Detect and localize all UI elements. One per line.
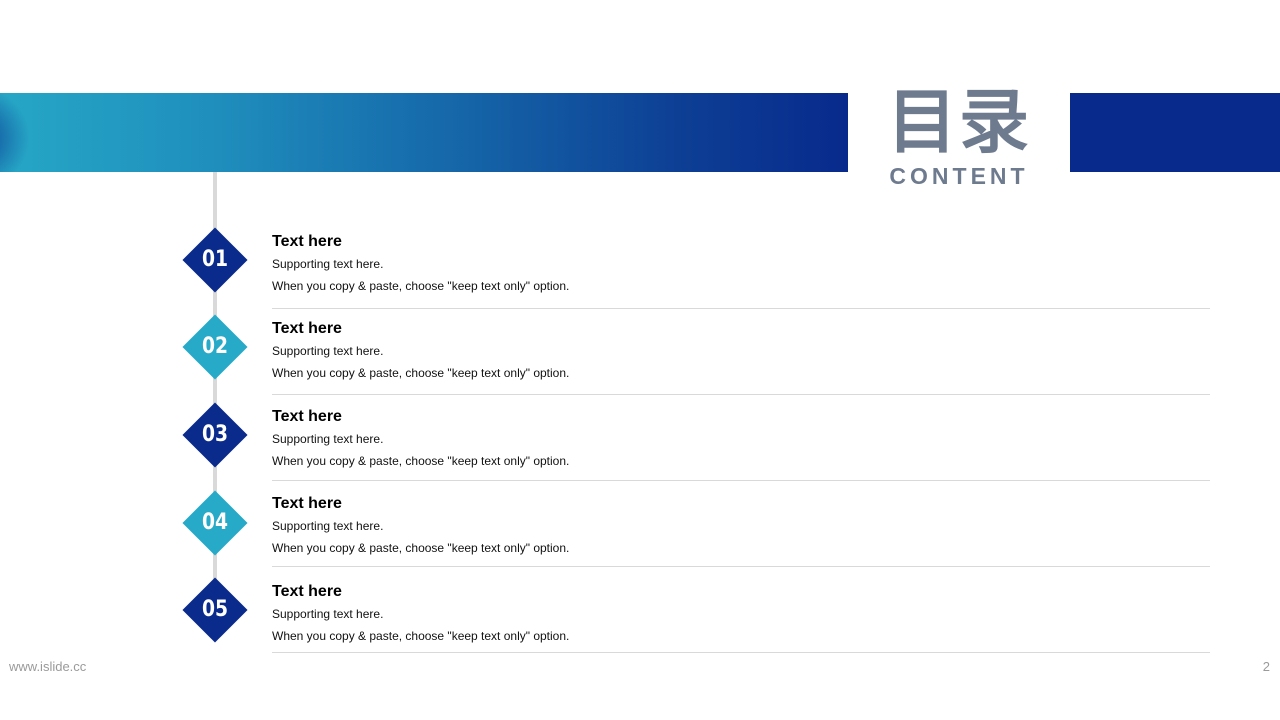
list-item: 05 Text here Supporting text here. When … [0, 577, 1280, 667]
item-subtitle: Supporting text here. [272, 344, 384, 358]
item-number: 02 [201, 334, 229, 359]
item-number: 04 [201, 510, 229, 535]
item-title: Text here [272, 233, 342, 250]
item-divider [272, 480, 1210, 481]
list-item: 01 Text here Supporting text here. When … [0, 227, 1280, 316]
header-banner-right [1070, 93, 1280, 172]
item-title: Text here [272, 495, 342, 512]
item-number: 05 [201, 597, 229, 622]
page-title: 目录 [887, 81, 1031, 163]
item-subtitle: Supporting text here. [272, 257, 384, 271]
item-subtitle: Supporting text here. [272, 519, 384, 533]
item-divider [272, 566, 1210, 567]
item-title: Text here [272, 408, 342, 425]
page-number: 2 [1262, 659, 1270, 674]
footer-website: www.islide.cc [9, 659, 87, 674]
page-subtitle: CONTENT [889, 163, 1029, 189]
item-number: 01 [201, 247, 229, 272]
item-description: When you copy & paste, choose "keep text… [272, 279, 570, 293]
item-divider [272, 652, 1210, 653]
item-divider [272, 308, 1210, 309]
item-description: When you copy & paste, choose "keep text… [272, 629, 570, 643]
item-subtitle: Supporting text here. [272, 607, 384, 621]
item-description: When you copy & paste, choose "keep text… [272, 541, 570, 555]
item-title: Text here [272, 583, 342, 600]
item-subtitle: Supporting text here. [272, 432, 384, 446]
item-divider [272, 394, 1210, 395]
header-banner-left [0, 93, 848, 172]
list-item: 04 Text here Supporting text here. When … [0, 490, 1280, 579]
list-item: 02 Text here Supporting text here. When … [0, 314, 1280, 404]
item-title: Text here [272, 320, 342, 337]
item-description: When you copy & paste, choose "keep text… [272, 454, 570, 468]
item-description: When you copy & paste, choose "keep text… [272, 366, 570, 380]
item-number: 03 [201, 422, 229, 447]
list-item: 03 Text here Supporting text here. When … [0, 402, 1280, 492]
